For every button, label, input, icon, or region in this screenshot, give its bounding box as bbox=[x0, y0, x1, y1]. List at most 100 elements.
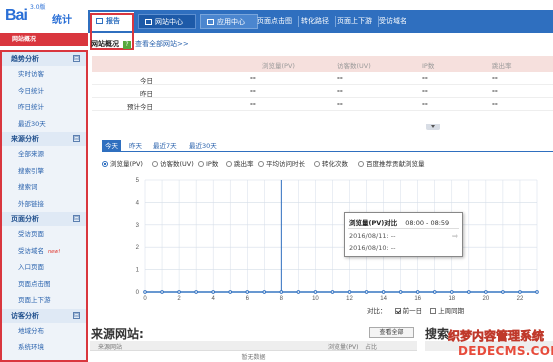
row-label: 今日 bbox=[140, 77, 153, 85]
metric-bounce[interactable]: 跳出率 bbox=[226, 158, 254, 168]
watermark-line2: DEDECMS.COM bbox=[458, 344, 553, 358]
data-point bbox=[211, 290, 215, 294]
overview-stats-table: 浏览量(PV) 访客数(UV) IP数 跳出率 今日 -- -- -- -- 昨… bbox=[92, 56, 553, 126]
tab-conversion-path[interactable]: 转化路径 bbox=[295, 14, 336, 29]
metric-label: 浏览量(PV) bbox=[110, 160, 143, 168]
x-tick-label: 6 bbox=[246, 296, 250, 301]
tab-yesterday[interactable]: 昨天 bbox=[126, 140, 145, 152]
checkbox-prev-day[interactable] bbox=[394, 308, 401, 314]
x-tick-label: 14 bbox=[380, 296, 387, 301]
metric-ip[interactable]: IP数 bbox=[198, 158, 218, 168]
tab-visited-domains-label: 受访域名 bbox=[379, 17, 407, 25]
trend-chart[interactable]: 5432100 2 4 6 8 10 12 14 16 18 20 22 bbox=[125, 176, 545, 301]
y-tick-label: 0 bbox=[136, 290, 140, 296]
sidebar-item-label: 受访域名 bbox=[18, 246, 44, 255]
sidebar: 趋势分析 ⊟ 实时访客 今日统计 昨日统计 最近30天 来源分析 ⊟ 全部来源 搜索… bbox=[0, 50, 88, 362]
view-all-button[interactable]: 查看全部 bbox=[369, 327, 414, 338]
collapse-icon[interactable]: ⊟ bbox=[73, 215, 80, 222]
compare-options: 对比： 前一日 上周同期 bbox=[367, 305, 464, 315]
sidebar-group-visitors[interactable]: 访客分析 ⊟ bbox=[2, 308, 86, 323]
y-tick-label: 3 bbox=[136, 223, 140, 229]
tab-last30[interactable]: 最近30天 bbox=[186, 140, 220, 152]
logo-suffix: 统计 bbox=[52, 15, 72, 26]
compare-label: 对比： bbox=[367, 307, 387, 315]
tab-page-flow[interactable]: 页面上下游 bbox=[331, 14, 379, 29]
collapse-icon[interactable]: ⊟ bbox=[73, 311, 80, 319]
sidebar-item-visited-domains[interactable]: 受访域名 new! bbox=[2, 243, 86, 260]
sidebar-group-label: 来源分析 bbox=[11, 135, 39, 143]
tab-app-center-label: 应用中心 bbox=[217, 18, 245, 26]
col-pv: 浏览量(PV) bbox=[262, 62, 295, 70]
data-point bbox=[535, 290, 539, 294]
sidebar-item-visited-pages[interactable]: 受访页面 bbox=[2, 226, 86, 243]
tab-app-center[interactable]: 应用中心 bbox=[200, 14, 258, 29]
sidebar-item-external-links[interactable]: 外部链接 bbox=[2, 196, 86, 213]
sidebar-item-system-env[interactable]: 系统环境 bbox=[2, 339, 86, 356]
cell: -- bbox=[422, 100, 428, 108]
cell: -- bbox=[337, 100, 343, 108]
collapse-toggle[interactable] bbox=[426, 124, 440, 130]
view-all-sites-link[interactable]: 查看全部网站>> bbox=[135, 40, 189, 48]
sidebar-item-page-flow[interactable]: 页面上下游 bbox=[2, 292, 86, 309]
sidebar-group-source[interactable]: 来源分析 ⊟ bbox=[2, 132, 86, 146]
metric-uv[interactable]: 访客数(UV) bbox=[152, 158, 194, 168]
x-tick-label: 8 bbox=[280, 296, 284, 301]
col-ratio: 占比 bbox=[365, 344, 378, 351]
sidebar-item-realtime[interactable]: 实时访客 bbox=[2, 66, 86, 83]
metric-baidu-recommend[interactable]: 百度推荐贡献浏览量 bbox=[358, 158, 425, 168]
tab-site-center[interactable]: 网站中心 bbox=[138, 14, 196, 29]
sidebar-item-geo[interactable]: 地域分布 bbox=[2, 323, 86, 340]
tab-conversion-path-label: 转化路径 bbox=[301, 17, 329, 25]
top-navigation: 报告 网站中心 应用中心 页面点击图 转化路径 页面上下游 受访域名 bbox=[88, 10, 553, 33]
data-point bbox=[245, 290, 249, 294]
tab-page-flow-label: 页面上下游 bbox=[337, 17, 372, 25]
sidebar-group-pages[interactable]: 页面分析 ⊟ bbox=[2, 212, 86, 226]
tab-visited-domains[interactable]: 受访域名 bbox=[373, 14, 413, 29]
sidebar-item-last30[interactable]: 最近30天 bbox=[2, 116, 86, 133]
collapse-icon[interactable]: ⊟ bbox=[73, 135, 80, 142]
stats-row-forecast: 预计今日 -- -- -- -- bbox=[92, 98, 553, 111]
sidebar-item-search-terms[interactable]: 搜索词 bbox=[2, 179, 86, 196]
sidebar-item-today[interactable]: 今日统计 bbox=[2, 83, 86, 100]
metric-avg-duration[interactable]: 平均访问时长 bbox=[258, 158, 305, 168]
site-overview-bar[interactable]: 网站概况 bbox=[0, 33, 88, 46]
x-tick-label: 12 bbox=[346, 296, 353, 301]
sidebar-item-yesterday[interactable]: 昨日统计 bbox=[2, 99, 86, 116]
help-icon[interactable]: ? bbox=[123, 41, 131, 49]
x-tick-label: 10 bbox=[312, 296, 319, 301]
checkbox-last-week[interactable] bbox=[430, 308, 437, 314]
sidebar-item-all-sources[interactable]: 全部来源 bbox=[2, 146, 86, 163]
tooltip-time: 08:00 - 08:59 bbox=[405, 219, 450, 227]
data-point bbox=[501, 290, 505, 294]
sidebar-group-label: 访客分析 bbox=[11, 311, 39, 320]
cell: -- bbox=[492, 87, 498, 95]
logo-version: 3.0版 bbox=[30, 4, 46, 11]
data-point bbox=[194, 290, 198, 294]
data-point bbox=[347, 290, 352, 294]
data-point bbox=[296, 290, 301, 294]
metric-pv[interactable]: 浏览量(PV) bbox=[102, 158, 143, 168]
sidebar-item-page-click-map[interactable]: 页面点击图 bbox=[2, 276, 86, 293]
metric-conversions[interactable]: 转化次数 bbox=[314, 158, 348, 168]
arrow-icon: ⇨ bbox=[452, 232, 458, 240]
collapse-icon[interactable]: ⊟ bbox=[73, 55, 80, 62]
stats-header: 浏览量(PV) 访客数(UV) IP数 跳出率 bbox=[92, 56, 553, 72]
cell: -- bbox=[337, 74, 343, 82]
period-tabs: 今天 昨天 最近7天 最近30天 bbox=[102, 140, 553, 152]
x-tick-label: 22 bbox=[517, 296, 524, 301]
data-point bbox=[450, 290, 454, 294]
tab-page-click-map[interactable]: 页面点击图 bbox=[251, 14, 299, 29]
chart-tooltip: 浏览量(PV)对比 08:00 - 08:59 2016/08/11: -- ⇨ … bbox=[344, 212, 463, 257]
new-badge: new! bbox=[48, 248, 61, 255]
tooltip-metric: 浏览量(PV)对比 bbox=[349, 219, 398, 227]
data-point bbox=[313, 290, 318, 294]
data-point bbox=[381, 290, 386, 294]
tab-last7[interactable]: 最近7天 bbox=[150, 140, 180, 152]
baidu-tongji-logo[interactable]: Bai 3.0版 统计 bbox=[0, 0, 88, 33]
sidebar-item-entry-pages[interactable]: 入口页面 bbox=[2, 259, 86, 276]
y-tick-label: 2 bbox=[136, 245, 140, 251]
tab-today[interactable]: 今天 bbox=[102, 140, 121, 152]
sidebar-item-search-engines[interactable]: 搜索引擎 bbox=[2, 163, 86, 180]
sidebar-group-trend[interactable]: 趋势分析 ⊟ bbox=[2, 52, 86, 66]
col-ip: IP数 bbox=[422, 62, 435, 70]
